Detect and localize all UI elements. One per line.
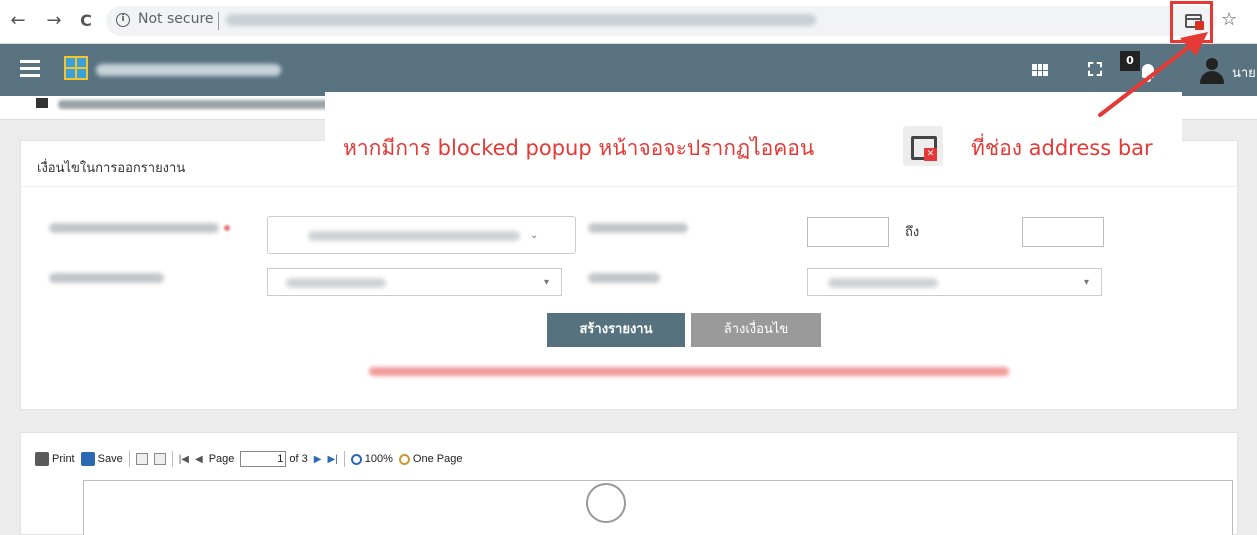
required-marker xyxy=(224,225,230,231)
user-name[interactable]: นาย xyxy=(1232,62,1256,83)
select-3[interactable]: ▾ xyxy=(267,268,562,296)
save-label: Save xyxy=(97,453,123,465)
zoom-button[interactable]: 100% xyxy=(350,453,393,465)
back-button[interactable]: ← xyxy=(8,10,28,32)
page-label-wrap: Page xyxy=(209,453,235,465)
first-page-button[interactable]: |◀ xyxy=(179,454,189,465)
to-input[interactable] xyxy=(1022,217,1104,247)
print-button[interactable]: Print xyxy=(35,452,75,466)
conditions-card: เงื่อนไขในการออกรายงาน ⌄ ถึง ▾ ▾ สร้างรา… xyxy=(20,140,1238,410)
annotation-overlay: หากมีการ blocked popup หน้าจอจะปรากฏไอคอ… xyxy=(325,92,1182,177)
next-page-icon: ▶ xyxy=(313,453,322,465)
zoom-label: 100% xyxy=(364,453,393,465)
browser-toolbar: ← → C i Not secure ☆ xyxy=(0,0,1257,44)
chevron-down-icon: ▾ xyxy=(544,277,550,288)
select-4-value xyxy=(828,278,938,288)
last-page-icon: ▶| xyxy=(327,453,338,465)
url-text[interactable] xyxy=(226,14,816,26)
zoom-icon xyxy=(350,453,362,465)
popup-blocked-icon xyxy=(903,126,943,166)
print-label: Print xyxy=(52,453,75,465)
from-input[interactable] xyxy=(807,217,889,247)
document-seal xyxy=(586,483,626,523)
toolbar-separator xyxy=(128,451,130,467)
info-icon[interactable]: i xyxy=(116,13,130,27)
field-label-2 xyxy=(588,223,688,233)
date-range-select[interactable]: ⌄ xyxy=(267,216,576,254)
annotation-text-2: ที่ช่อง address bar xyxy=(971,136,1153,160)
to-label: ถึง xyxy=(905,225,920,240)
card-title: เงื่อนไขในการออกรายงาน xyxy=(37,161,186,176)
toolbar-separator xyxy=(171,451,173,467)
annotation-arrow xyxy=(1098,32,1208,117)
app-title xyxy=(96,64,281,76)
app-header: นาย xyxy=(0,44,1257,96)
print-icon xyxy=(35,452,49,466)
last-page-button[interactable]: ▶| xyxy=(327,454,337,465)
warning-text xyxy=(369,367,1009,376)
prev-page-icon: ◀ xyxy=(195,453,203,465)
sidebar-icon xyxy=(135,453,148,465)
prev-page-button[interactable]: ◀ xyxy=(195,454,203,465)
one-page-button[interactable]: One Page xyxy=(398,453,463,465)
date-range-value xyxy=(308,231,520,241)
app-logo[interactable] xyxy=(64,56,88,80)
toggle-sidebar-button[interactable] xyxy=(135,453,148,465)
page-input-wrap: 1 of 3 xyxy=(240,451,308,467)
help-icon xyxy=(153,453,166,465)
field-label-1 xyxy=(49,223,219,233)
chevron-down-icon: ⌄ xyxy=(530,230,539,241)
reload-button[interactable]: C xyxy=(76,10,96,32)
chevron-down-icon: ▾ xyxy=(1084,277,1090,288)
one-page-icon xyxy=(398,453,410,465)
hamburger-icon[interactable] xyxy=(20,60,40,77)
help-button[interactable] xyxy=(153,453,166,465)
home-icon[interactable] xyxy=(36,98,48,108)
viewer-toolbar: Print Save |◀ ◀ Page 1 of 3 ▶ ▶| 100% On… xyxy=(35,449,468,469)
next-page-button[interactable]: ▶ xyxy=(314,454,322,465)
save-button[interactable]: Save xyxy=(80,452,123,466)
page-label: Page xyxy=(208,453,235,465)
field-label-3 xyxy=(49,273,164,283)
annotation-text: หากมีการ blocked popup หน้าจอจะปรากฏไอคอ… xyxy=(343,136,815,160)
clear-conditions-button[interactable]: ล้างเงื่อนไข xyxy=(691,313,821,347)
security-label[interactable]: Not secure xyxy=(138,11,214,27)
address-separator xyxy=(218,12,219,30)
save-icon xyxy=(80,452,95,466)
report-page xyxy=(83,480,1233,535)
forward-button[interactable]: → xyxy=(44,10,64,32)
toolbar-separator xyxy=(343,451,345,467)
field-label-4 xyxy=(588,273,660,283)
select-3-value xyxy=(286,278,386,288)
page-total: of 3 xyxy=(289,453,308,465)
page-input[interactable]: 1 xyxy=(240,451,287,467)
select-4[interactable]: ▾ xyxy=(807,268,1102,296)
grid-icon[interactable] xyxy=(1032,64,1048,76)
report-viewer: Print Save |◀ ◀ Page 1 of 3 ▶ ▶| 100% On… xyxy=(20,432,1238,535)
first-page-icon: |◀ xyxy=(178,453,189,465)
one-page-label: One Page xyxy=(412,453,463,465)
breadcrumb-path[interactable] xyxy=(58,100,368,109)
star-icon[interactable]: ☆ xyxy=(1221,9,1237,30)
create-report-button[interactable]: สร้างรายงาน xyxy=(547,313,685,347)
